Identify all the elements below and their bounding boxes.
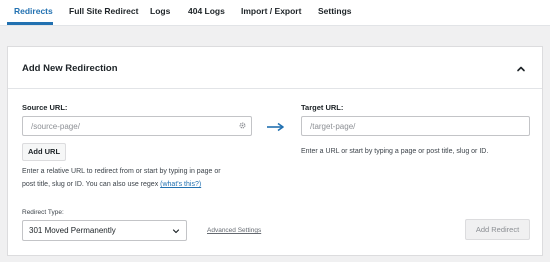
chevron-up-icon[interactable] xyxy=(514,62,528,76)
whats-this-link[interactable]: (what's this?) xyxy=(160,181,201,188)
target-url-label: Target URL: xyxy=(301,103,344,112)
arrow-right-icon xyxy=(267,122,284,132)
tab-redirects[interactable]: Redirects xyxy=(14,6,53,16)
gear-icon[interactable] xyxy=(238,121,247,130)
panel-header: Add New Redirection xyxy=(8,47,542,89)
active-tab-indicator xyxy=(7,22,53,25)
tab-full-site-redirect[interactable]: Full Site Redirect xyxy=(69,6,138,16)
source-help-line1: Enter a relative URL to redirect from or… xyxy=(22,168,221,175)
redirect-type-label: Redirect Type: xyxy=(22,209,64,216)
panel-title: Add New Redirection xyxy=(22,63,118,74)
add-url-button[interactable]: Add URL xyxy=(22,143,66,161)
add-redirect-button[interactable]: Add Redirect xyxy=(465,219,530,240)
source-help-line2: post title, slug or ID. You can also use… xyxy=(22,181,159,188)
chevron-down-icon xyxy=(172,229,180,234)
target-url-input[interactable] xyxy=(301,116,530,136)
source-url-input[interactable] xyxy=(22,116,252,136)
redirect-type-value: 301 Moved Permanently xyxy=(29,226,116,235)
source-url-label: Source URL: xyxy=(22,103,68,112)
target-help-text: Enter a URL or start by typing a page or… xyxy=(301,148,489,155)
advanced-settings-link[interactable]: Advanced Settings xyxy=(207,227,261,234)
tab-import-export[interactable]: Import / Export xyxy=(241,6,301,16)
tab-logs[interactable]: Logs xyxy=(150,6,170,16)
redirect-type-select[interactable]: 301 Moved Permanently xyxy=(22,220,187,241)
top-tab-bar: Redirects Full Site Redirect Logs 404 Lo… xyxy=(0,0,550,26)
tab-settings[interactable]: Settings xyxy=(318,6,352,16)
source-help-text: Enter a relative URL to redirect from or… xyxy=(22,165,262,191)
tab-404-logs[interactable]: 404 Logs xyxy=(188,6,225,16)
add-redirection-panel: Add New Redirection Source URL: Target U… xyxy=(7,46,543,256)
